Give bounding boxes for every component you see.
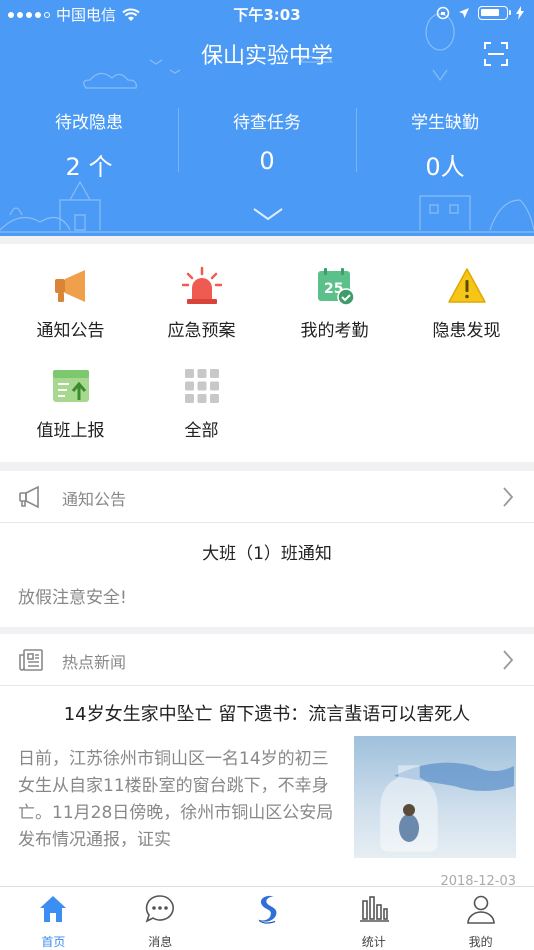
menu-label: 应急预案 — [167, 321, 236, 341]
menu-label: 全部 — [184, 421, 219, 441]
news-summary: 日前，江苏徐州市铜山区一名14岁的初三女生从自家11楼卧室的窗台跳下，不幸身亡。… — [18, 749, 334, 850]
status-bar: 中国电信 下午3:03 — [0, 0, 534, 28]
tab-profile[interactable]: 我的 — [427, 887, 534, 950]
news-title: 14岁女生家中坠亡 留下遗书：流言蜚语可以害死人 — [63, 704, 471, 725]
menu-item-all[interactable]: 全部 — [135, 344, 268, 444]
person-icon — [466, 895, 495, 924]
stat-value: 0人 — [425, 153, 465, 181]
tab-bar: 首页 消息 统计 我的 — [0, 886, 534, 950]
stat-student-absence[interactable]: 学生缺勤 0人 — [356, 100, 534, 190]
menu-item-notice[interactable]: 通知公告 — [4, 244, 137, 344]
newspaper-icon — [19, 649, 43, 671]
bar-chart-icon — [359, 896, 389, 922]
menu-label: 我的考勤 — [300, 321, 369, 341]
megaphone-outline-icon — [19, 485, 39, 509]
news-thumbnail — [354, 736, 516, 858]
notice-section-header[interactable]: 通知公告 — [0, 471, 534, 523]
menu-label: 通知公告 — [36, 321, 105, 341]
siren-icon — [182, 266, 222, 304]
home-icon — [40, 896, 67, 922]
scan-icon[interactable] — [484, 42, 508, 66]
stat-pending-tasks[interactable]: 待查任务 0 — [178, 100, 356, 190]
menu-item-attendance[interactable]: 25 我的考勤 — [268, 244, 401, 344]
stat-pending-hazards[interactable]: 待改隐患 2 个 — [0, 100, 178, 190]
stats-row: 待改隐患 2 个 待查任务 0 学生缺勤 0人 — [0, 100, 534, 190]
chevron-right-icon — [503, 650, 514, 670]
stat-label: 待查任务 — [233, 113, 301, 133]
tab-messages[interactable]: 消息 — [107, 887, 214, 950]
menu-item-hazard-report[interactable]: 隐患发现 — [400, 244, 533, 344]
tab-home[interactable]: 首页 — [0, 887, 107, 950]
stat-label: 待改隐患 — [55, 113, 123, 133]
tab-label: 首页 — [41, 935, 66, 949]
rotation-lock-icon — [436, 6, 450, 20]
menu-item-duty-report[interactable]: 值班上报 — [4, 344, 137, 444]
tab-center-app[interactable] — [214, 887, 321, 950]
duty-report-icon — [53, 370, 89, 402]
menu-item-emergency-plan[interactable]: 应急预案 — [135, 244, 268, 344]
news-section-header[interactable]: 热点新闻 — [0, 634, 534, 686]
news-item[interactable]: 14岁女生家中坠亡 留下遗书：流言蜚语可以害死人 日前，江苏徐州市铜山区一名14… — [0, 686, 534, 886]
page-title: 保山实验中学 — [200, 44, 333, 69]
battery-icon — [478, 6, 511, 20]
chevron-right-icon — [503, 487, 514, 507]
grid-icon — [185, 369, 219, 403]
tab-label: 我的 — [468, 935, 493, 949]
notice-item[interactable]: 大班（1）班通知 放假注意安全! — [0, 523, 534, 627]
notice-title: 大班（1）班通知 — [202, 544, 332, 564]
header: 中国电信 下午3:03 保山实验中学 待改隐患 2 个 待查任务 0 学生缺勤 … — [0, 0, 534, 236]
megaphone-icon — [55, 270, 85, 302]
calendar-check-icon: 25 — [318, 268, 355, 306]
stat-value: 0 — [259, 147, 275, 175]
message-icon — [145, 895, 175, 923]
location-icon — [459, 8, 469, 18]
stat-value: 2 个 — [65, 153, 113, 181]
charging-icon — [516, 6, 524, 20]
tab-label: 统计 — [361, 935, 386, 949]
section-title: 通知公告 — [62, 490, 127, 509]
news-date: 2018-12-03 — [440, 874, 516, 886]
menu-label: 隐患发现 — [432, 321, 501, 341]
warning-icon — [448, 268, 486, 303]
tab-label: 消息 — [148, 935, 173, 949]
tab-statistics[interactable]: 统计 — [320, 887, 427, 950]
notice-content: 放假注意安全! — [18, 588, 127, 608]
section-title: 热点新闻 — [62, 653, 127, 672]
menu-label: 值班上报 — [36, 421, 105, 441]
app-logo-icon — [257, 895, 277, 924]
chevron-down-icon[interactable] — [252, 206, 284, 222]
stat-label: 学生缺勤 — [411, 113, 479, 133]
function-menu: 通知公告 应急预案 25 我的考勤 隐患发现 值班上报 全部 — [0, 244, 534, 462]
